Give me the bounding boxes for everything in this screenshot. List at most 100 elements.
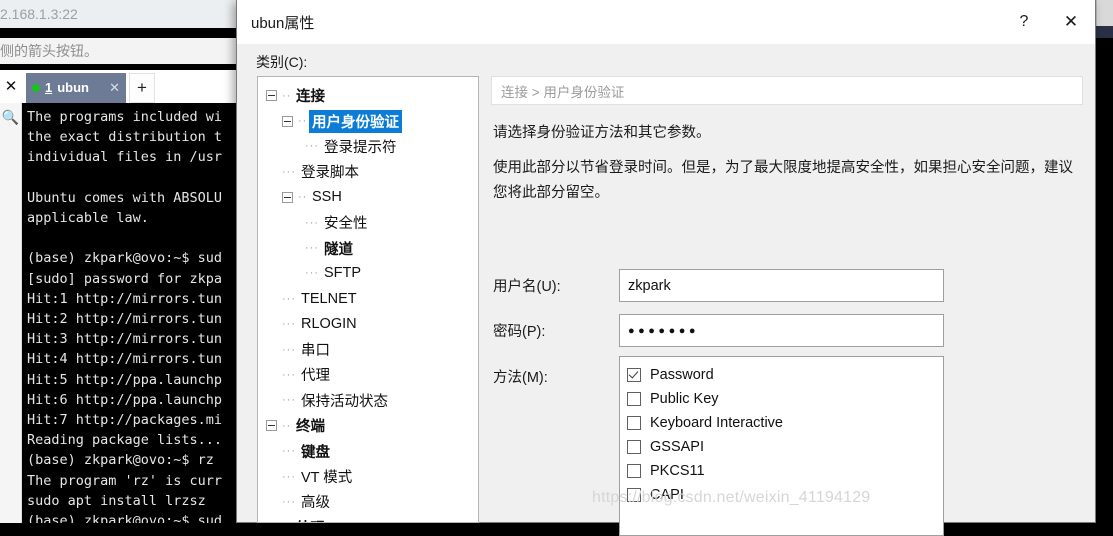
- tree-connector-icon: ···: [282, 292, 295, 305]
- terminal-line: (base) zkpark@ovo:~$ sud: [27, 250, 223, 267]
- checkbox-icon[interactable]: [627, 464, 641, 478]
- terminal-line: (base) zkpark@ovo:~$ sud: [27, 513, 223, 523]
- tree-connector-icon: ···: [282, 495, 295, 508]
- tree-item-14[interactable]: ··· 键盘: [258, 438, 478, 463]
- tree-item-1[interactable]: ··用户身份验证: [258, 108, 478, 133]
- terminal-line: individual files in /usr: [27, 149, 223, 166]
- help-icon[interactable]: ?: [1001, 0, 1047, 44]
- properties-dialog: ubun属性 ? ✕ 类别(C): ··连接··用户身份验证···登录提示符··…: [236, 0, 1096, 536]
- method-item-label: Keyboard Interactive: [650, 415, 783, 431]
- password-row: 密码(P): ●●●●●●●: [491, 314, 944, 347]
- checkbox-icon[interactable]: [627, 416, 641, 430]
- tree-item-label: 登录脚本: [301, 165, 359, 182]
- background-dark-strip: [1096, 26, 1113, 38]
- terminal-line: Ubuntu comes with ABSOLU: [27, 189, 223, 206]
- tree-item-17[interactable]: ··外观: [258, 515, 478, 522]
- watermark: https://blog.csdn.net/weixin_41194129: [592, 489, 871, 506]
- method-item-label: PKCS11: [650, 463, 705, 479]
- terminal-output[interactable]: The programs included wi the exact distri…: [22, 103, 240, 523]
- tree-item-label: VT 模式: [301, 470, 353, 487]
- collapse-toggle-icon[interactable]: [282, 191, 293, 203]
- tree-connector-icon: ···: [305, 216, 318, 229]
- tree-item-9[interactable]: ··· RLOGIN: [258, 312, 478, 337]
- password-label: 密码(P):: [493, 324, 546, 340]
- tree-item-label: 安全性: [324, 216, 368, 233]
- tree-item-10[interactable]: ··· 串口: [258, 337, 478, 362]
- terminal-line: The programs included wi: [27, 109, 223, 125]
- tree-item-label: SSH: [312, 189, 342, 206]
- collapse-toggle-icon[interactable]: [266, 420, 277, 432]
- checkbox-icon[interactable]: [627, 392, 641, 406]
- scrollbar-track[interactable]: [1096, 0, 1113, 26]
- username-input[interactable]: zkpark: [619, 269, 944, 302]
- dialog-title-buttons: ? ✕: [1001, 0, 1095, 44]
- terminal-line: Hit:7 http://packages.mi: [27, 412, 223, 429]
- checkbox-icon[interactable]: [627, 440, 641, 454]
- tree-item-8[interactable]: ··· TELNET: [258, 286, 478, 311]
- method-list[interactable]: Password Public Key Keyboard Interactive GS…: [619, 356, 944, 536]
- tree-connector-icon: ···: [282, 165, 295, 178]
- tree-item-4[interactable]: ·· SSH: [258, 185, 478, 210]
- close-icon[interactable]: ✕: [1047, 0, 1095, 44]
- method-item-gssapi[interactable]: GSSAPI: [627, 435, 943, 459]
- terminal-line: sudo apt install lrzsz: [27, 492, 206, 509]
- tree-item-label: 键盘: [301, 444, 330, 461]
- terminal-line: Hit:4 http://mirrors.tun: [27, 351, 223, 368]
- tab-ubun[interactable]: 1 ubun ✕: [26, 73, 126, 103]
- dialog-title-bar[interactable]: ubun属性 ? ✕: [237, 0, 1095, 44]
- username-label: 用户名(U):: [493, 279, 561, 295]
- tree-connector-icon: ··: [298, 115, 306, 128]
- tree-connector-icon: ···: [305, 140, 318, 153]
- method-item-keyboard-interactive[interactable]: Keyboard Interactive: [627, 411, 943, 435]
- tree-item-12[interactable]: ··· 保持活动状态: [258, 388, 478, 413]
- method-item-public-key[interactable]: Public Key: [627, 387, 943, 411]
- close-icon[interactable]: ✕: [0, 70, 22, 103]
- tree-item-label: 登录提示符: [324, 139, 397, 156]
- background-hint-text: 侧的箭头按钮。: [0, 38, 240, 64]
- checkbox-icon[interactable]: [627, 368, 641, 382]
- terminal-line: Hit:5 http://ppa.launchp: [27, 371, 223, 388]
- tree-item-2[interactable]: ··· 登录提示符: [258, 134, 478, 159]
- terminal-line: Hit:1 http://mirrors.tun: [27, 290, 223, 307]
- method-item-label: Password: [650, 367, 714, 383]
- tree-item-0[interactable]: ·· 连接: [258, 83, 478, 108]
- tree-item-label: 高级: [301, 495, 330, 512]
- method-item-label: Public Key: [650, 391, 719, 407]
- tree-item-label: 隧道: [324, 241, 353, 258]
- tree-connector-icon: ··: [282, 419, 290, 432]
- tree-item-16[interactable]: ··· 高级: [258, 489, 478, 514]
- tree-connector-icon: ···: [305, 242, 318, 255]
- collapse-toggle-icon[interactable]: [282, 115, 293, 127]
- tree-item-6[interactable]: ··· 隧道: [258, 235, 478, 260]
- category-label: 类别(C):: [256, 54, 308, 70]
- method-item-pkcs11[interactable]: PKCS11: [627, 459, 943, 483]
- password-masked-value: ●●●●●●●: [628, 324, 700, 337]
- collapse-toggle-icon[interactable]: [266, 90, 277, 102]
- tree-item-label: 代理: [301, 368, 330, 385]
- tree-connector-icon: ···: [282, 394, 295, 407]
- tree-item-7[interactable]: ··· SFTP: [258, 261, 478, 286]
- search-icon[interactable]: 🔍: [0, 109, 21, 126]
- tree-item-13[interactable]: ·· 终端: [258, 413, 478, 438]
- method-item-password[interactable]: Password: [627, 363, 943, 387]
- method-item-label: GSSAPI: [650, 439, 704, 455]
- tree-item-label: 终端: [296, 419, 325, 436]
- terminal-line: [sudo] password for zkpa: [27, 270, 223, 287]
- password-input[interactable]: ●●●●●●●: [619, 314, 944, 347]
- tree-connector-icon: ··: [298, 191, 306, 204]
- settings-content-panel: 连接 > 用户身份验证 请选择身份验证方法和其它参数。 使用此部分以节省登录时间…: [491, 76, 1083, 536]
- terminal-line: Hit:6 http://ppa.launchp: [27, 391, 223, 408]
- tree-item-5[interactable]: ··· 安全性: [258, 210, 478, 235]
- tab-close-icon[interactable]: ✕: [109, 73, 120, 103]
- method-row: 方法(M): Password Public Key Keyboard Intera…: [491, 356, 944, 536]
- category-tree[interactable]: ··连接··用户身份验证···登录提示符···登录脚本··SSH···安全性··…: [257, 76, 479, 523]
- terminal-line: the exact distribution t: [27, 129, 223, 146]
- tree-item-3[interactable]: ··· 登录脚本: [258, 159, 478, 184]
- terminal-line: Reading package lists...: [27, 432, 223, 449]
- terminal-line: applicable law.: [27, 210, 149, 227]
- tree-item-15[interactable]: ··· VT 模式: [258, 464, 478, 489]
- new-tab-button[interactable]: +: [129, 73, 155, 103]
- tree-item-11[interactable]: ··· 代理: [258, 362, 478, 387]
